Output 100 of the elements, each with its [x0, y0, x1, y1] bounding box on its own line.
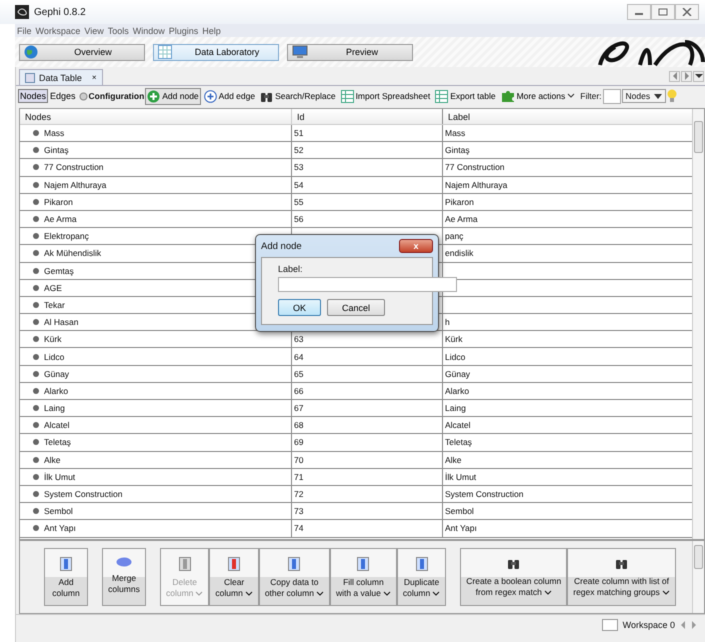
column-tool-button[interactable]: Merge columns [102, 548, 146, 606]
table-cell: Al Hasan [44, 317, 78, 328]
column-tool-button[interactable]: Create a boolean column from regex match [460, 548, 568, 606]
table-cell: 56 [294, 214, 304, 224]
toolbar-button[interactable]: Export table [433, 88, 498, 104]
table-cell: Gintaş [44, 145, 69, 156]
table-cell: Sembol [445, 506, 474, 516]
table-cell: İlk Umut [445, 472, 476, 482]
dialog-button[interactable]: Cancel [327, 299, 386, 316]
toolbar-button[interactable]: Add node [145, 88, 201, 104]
table-cell: 72 [294, 489, 304, 500]
table-cell: 69 [294, 437, 304, 448]
data-table-tab[interactable]: Data Table × [19, 69, 103, 85]
table-cell: Tekar [44, 300, 65, 310]
view-toggle[interactable]: Edges [48, 89, 78, 103]
table-cell: İlk Umut [44, 472, 76, 482]
table-cell: 73 [294, 506, 304, 516]
table-cell: Lidco [445, 352, 466, 362]
table-cell: Laing [445, 403, 466, 414]
perspective-tab[interactable]: Preview [287, 44, 413, 60]
table-cell: Gemtaş [44, 266, 74, 276]
toolbar-button[interactable]: Import Spreadsheet [338, 88, 432, 104]
table-cell: 53 [294, 162, 304, 172]
table-cell: 67 [294, 403, 304, 414]
table-cell: Mass [445, 128, 466, 138]
table-cell: System Construction [44, 489, 122, 500]
column-header[interactable]: Id [292, 109, 443, 124]
dialog-button[interactable]: OK [278, 299, 322, 316]
table-cell: Alcatel [44, 420, 70, 430]
perspective-tab[interactable]: Data Laboratory [153, 44, 279, 60]
table-cell: Elektropanç [44, 231, 89, 242]
table-cell: panç [445, 231, 464, 242]
table-cell: Teletaş [44, 437, 71, 448]
menu-item[interactable]: Workspace [36, 26, 80, 36]
table-cell: Günay [44, 368, 70, 379]
menu-item[interactable]: Help [202, 26, 221, 36]
table-cell: Teletaş [445, 437, 472, 448]
table-cell: endislik [445, 248, 474, 258]
table-cell: 68 [294, 420, 304, 430]
table-cell: 64 [294, 352, 304, 362]
table-cell: Alcatel [445, 420, 471, 430]
table-cell: 52 [294, 145, 304, 156]
configuration-label[interactable]: Configuration [88, 91, 144, 101]
table-cell: 66 [294, 386, 304, 396]
table-cell: System Construction [445, 489, 524, 500]
perspective-tab[interactable]: Overview [19, 44, 145, 60]
table-cell: Gintaş [445, 145, 470, 156]
table-cell: 74 [294, 523, 304, 534]
table-cell: Alarko [44, 386, 68, 396]
table-cell: h [445, 317, 450, 328]
table-cell: 54 [294, 180, 304, 190]
table-cell: Alarko [445, 386, 470, 396]
close-button[interactable]: x [399, 239, 433, 253]
table-cell: 77 Construction [445, 162, 505, 172]
table-cell: Ak Mühendislik [44, 248, 102, 258]
toolbar-button[interactable]: More actions [498, 87, 578, 105]
field-label: Label: [278, 264, 304, 274]
table-cell: Kürk [44, 334, 62, 344]
table-cell: Najem Althuraya [44, 180, 106, 190]
table-cell: Pikaron [44, 196, 73, 207]
table-cell: Ant Yapı [445, 523, 477, 534]
menu-item[interactable]: Window [132, 26, 165, 36]
column-tool-button[interactable]: Duplicate column [396, 548, 446, 606]
table-cell: Ae Arma [44, 214, 77, 224]
table-cell: Alke [44, 454, 61, 465]
column-tool-button[interactable]: Add column [44, 548, 88, 606]
table-cell: Alke [445, 454, 462, 465]
filter-target-dropdown[interactable]: Nodes [622, 89, 666, 103]
column-header[interactable]: Label [443, 109, 692, 124]
toolbar-button[interactable]: Search/Replace [258, 88, 338, 104]
table-cell: Günay [445, 368, 470, 379]
view-toggle[interactable]: Nodes [18, 89, 48, 103]
table-cell: Laing [44, 403, 65, 414]
column-tool-button[interactable]: Create column with list of regex matching groups [567, 548, 676, 606]
column-tool-button[interactable]: Copy data to other column [258, 548, 330, 606]
menu-item[interactable]: Plugins [168, 26, 198, 36]
window-title: Gephi 0.8.2 [34, 6, 86, 18]
table-cell: 70 [294, 454, 304, 465]
table-cell: Ae Arma [445, 214, 478, 224]
menu-item[interactable]: File [17, 26, 32, 36]
column-tool-button[interactable]: Fill column with a value [330, 548, 397, 606]
column-header[interactable]: Nodes [20, 109, 292, 124]
table-cell: 71 [294, 472, 304, 482]
menu-item[interactable]: View [84, 26, 104, 36]
table-cell: Pikaron [445, 196, 474, 207]
menu-item[interactable]: Tools [108, 26, 129, 36]
table-cell: Lidco [44, 352, 64, 362]
dialog-title: Add node [261, 240, 302, 252]
table-cell: Sembol [44, 506, 73, 516]
toolbar-button[interactable]: Add edge [202, 88, 258, 104]
table-cell: 51 [294, 128, 304, 138]
table-cell: Ant Yapı [44, 523, 76, 534]
column-tool-button[interactable]: Clear column [209, 548, 259, 606]
table-cell: 55 [294, 196, 304, 207]
table-cell: 65 [294, 368, 304, 379]
table-cell: Najem Althuraya [445, 180, 508, 190]
table-cell: 63 [294, 334, 304, 344]
close-tab-button[interactable]: × [92, 73, 97, 82]
table-cell: Mass [44, 128, 64, 138]
table-cell: 77 Construction [44, 162, 104, 172]
